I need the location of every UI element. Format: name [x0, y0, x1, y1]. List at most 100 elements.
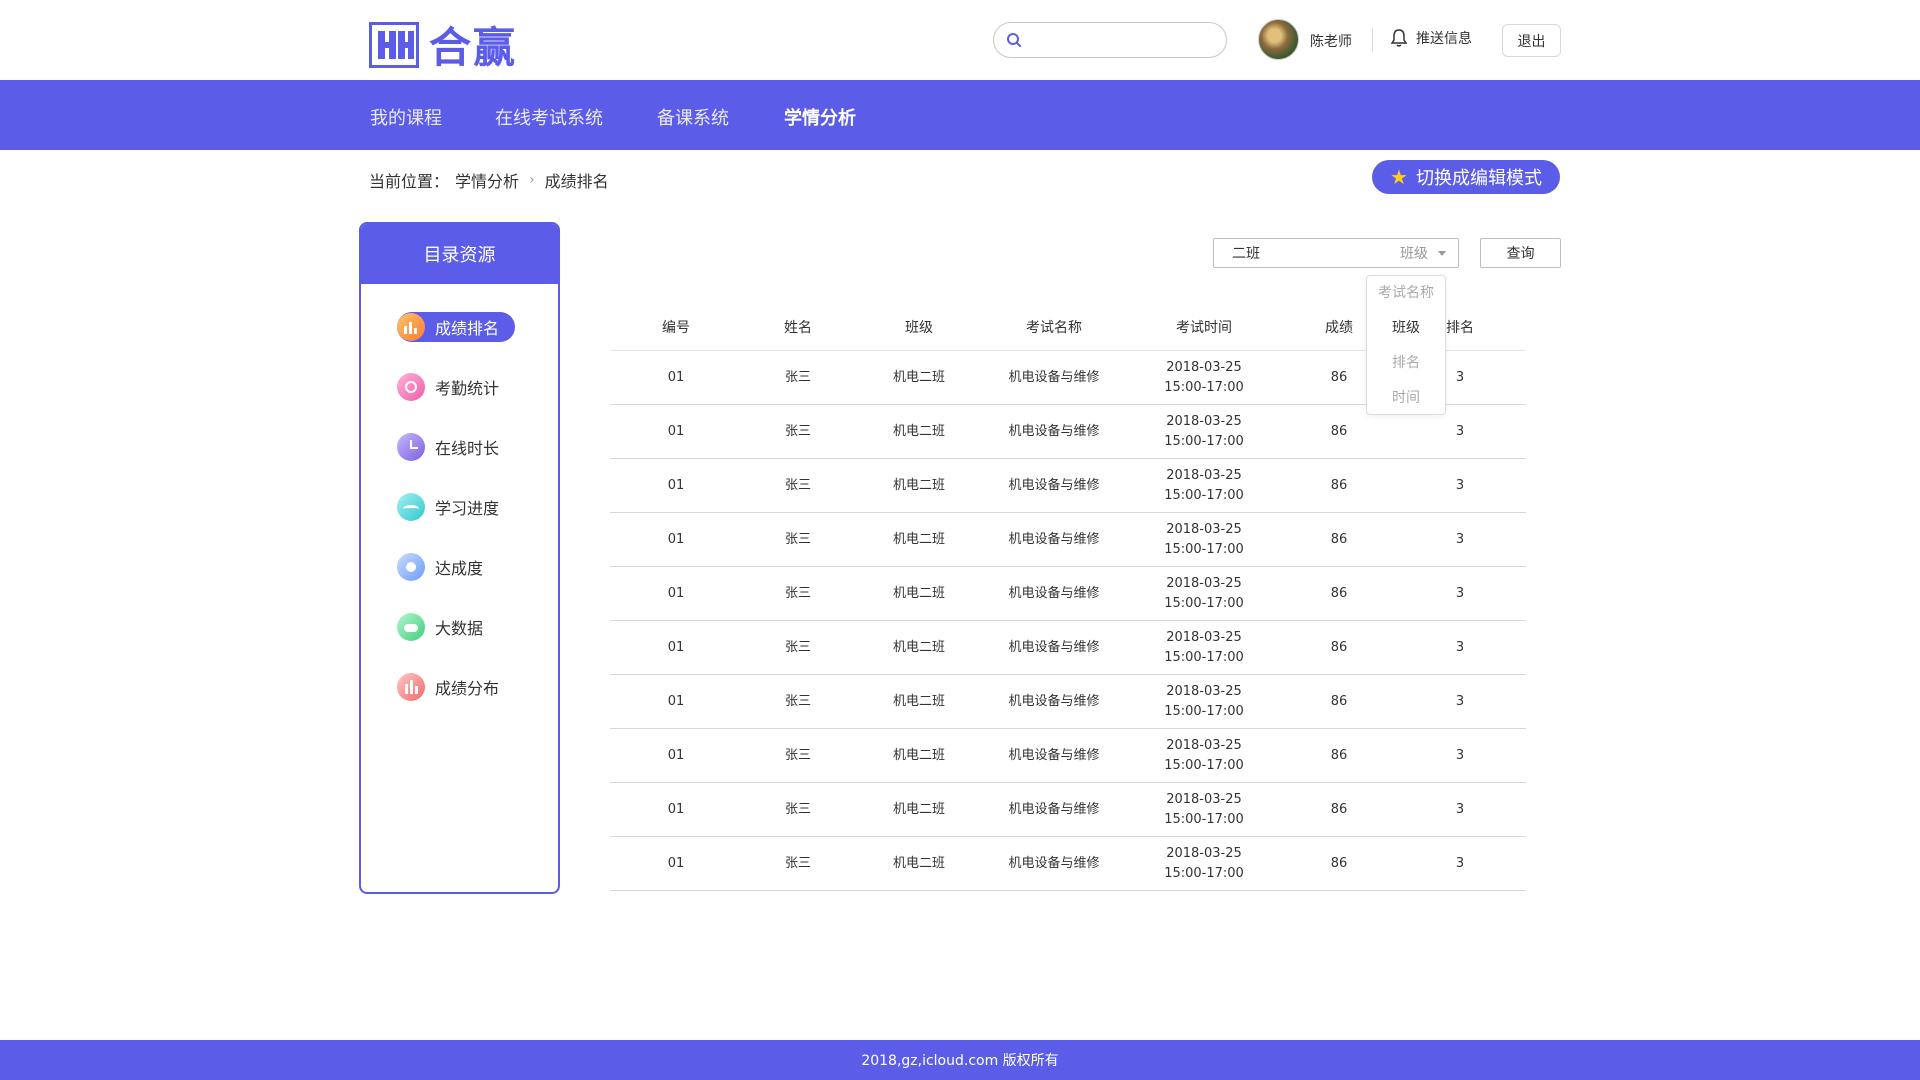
- cell-score: 86: [1330, 747, 1348, 763]
- cell-exam: 机电设备与维修: [1008, 531, 1100, 547]
- sidebar-item-attendance[interactable]: 考勤统计: [397, 372, 515, 402]
- header-divider: [1372, 28, 1373, 52]
- cell-class: 机电二班: [892, 693, 945, 709]
- sidebar-item-big-data[interactable]: 大数据: [397, 612, 499, 642]
- nav-lesson-prep[interactable]: 备课系统: [657, 104, 729, 130]
- cell-exam-time: 2018-03-25 15:00-17:00: [1124, 729, 1284, 782]
- logo[interactable]: 合赢: [369, 14, 517, 75]
- cell-date: 2018-03-25: [1166, 737, 1242, 753]
- sidebar-item-label: 成绩分布: [435, 679, 500, 698]
- sidebar-item-online-duration[interactable]: 在线时长: [397, 432, 515, 462]
- cell-score: 86: [1330, 585, 1348, 601]
- cell-exam-time: 2018-03-25 15:00-17:00: [1124, 675, 1284, 728]
- sidebar-item-label: 大数据: [435, 619, 484, 638]
- filter-kind: 班级: [1400, 246, 1428, 262]
- cell-id: 01: [667, 855, 685, 871]
- cell-id: 01: [667, 693, 685, 709]
- dropdown-option-rank[interactable]: 排名: [1367, 346, 1445, 381]
- clock-icon: [397, 373, 425, 401]
- cell-score: 86: [1330, 801, 1348, 817]
- cell-time: 15:00-17:00: [1164, 595, 1244, 611]
- dropdown-option-exam-name[interactable]: 考试名称: [1367, 276, 1445, 311]
- table-row[interactable]: 01 张三 机电二班 机电设备与维修 2018-03-25 15:00-17:00 86 3: [610, 837, 1526, 891]
- search-box[interactable]: [993, 22, 1227, 58]
- cell-score: 86: [1330, 639, 1348, 655]
- table-row[interactable]: 01 张三 机电二班 机电设备与维修 2018-03-25 15:00-17:00 86 3: [610, 567, 1526, 621]
- column-header-name: 姓名: [784, 320, 812, 336]
- cell-score: 86: [1330, 477, 1348, 493]
- switch-edit-mode-button[interactable]: ★ 切换成编辑模式: [1372, 160, 1560, 194]
- cell-id: 01: [667, 477, 685, 493]
- logout-button[interactable]: 退出: [1502, 24, 1561, 57]
- cell-name: 张三: [784, 531, 811, 547]
- cell-score: 86: [1330, 855, 1348, 871]
- sidebar-item-score-ranking[interactable]: 成绩排名: [397, 312, 516, 342]
- nav-online-exam[interactable]: 在线考试系统: [495, 104, 603, 130]
- table-row[interactable]: 01 张三 机电二班 机电设备与维修 2018-03-25 15:00-17:00 86 3: [610, 459, 1526, 513]
- query-button[interactable]: 查询: [1480, 238, 1561, 268]
- column-header-exam-time: 考试时间: [1176, 320, 1232, 336]
- bell-icon: [1390, 29, 1408, 47]
- cell-date: 2018-03-25: [1166, 359, 1242, 375]
- table-row[interactable]: 01 张三 机电二班 机电设备与维修 2018-03-25 15:00-17:00 86 3: [610, 675, 1526, 729]
- cell-exam-time: 2018-03-25 15:00-17:00: [1124, 567, 1284, 620]
- cell-time: 15:00-17:00: [1164, 811, 1244, 827]
- cell-score: 86: [1330, 531, 1348, 547]
- cell-name: 张三: [784, 369, 811, 385]
- table-row[interactable]: 01 张三 机电二班 机电设备与维修 2018-03-25 15:00-17:00 86 3: [610, 513, 1526, 567]
- nav-my-courses[interactable]: 我的课程: [370, 104, 442, 130]
- search-input[interactable]: [1030, 25, 1220, 55]
- dropdown-option-class[interactable]: 班级: [1367, 311, 1445, 346]
- cell-rank: 3: [1455, 855, 1465, 871]
- username[interactable]: 陈老师: [1310, 31, 1352, 51]
- sidebar-item-learning-progress[interactable]: 学习进度: [397, 492, 515, 522]
- cell-date: 2018-03-25: [1166, 575, 1242, 591]
- cell-class: 机电二班: [892, 801, 945, 817]
- header: 合赢 陈老师 推送信息 退出: [0, 0, 1920, 80]
- cell-date: 2018-03-25: [1166, 467, 1242, 483]
- cell-time: 15:00-17:00: [1164, 757, 1244, 773]
- cell-date: 2018-03-25: [1166, 521, 1242, 537]
- progress-icon: [397, 493, 425, 521]
- cell-id: 01: [667, 423, 685, 439]
- cell-date: 2018-03-25: [1166, 683, 1242, 699]
- push-notification-button[interactable]: 推送信息: [1390, 28, 1472, 48]
- cell-date: 2018-03-25: [1166, 413, 1242, 429]
- cell-time: 15:00-17:00: [1164, 865, 1244, 881]
- cell-rank: 3: [1455, 477, 1465, 493]
- breadcrumb-level1[interactable]: 学情分析: [455, 168, 519, 192]
- distribution-icon: [397, 673, 425, 701]
- breadcrumb-level2: 成绩排名: [544, 172, 609, 191]
- logo-text: 合赢: [429, 23, 518, 72]
- switch-edit-mode-label: 切换成编辑模式: [1415, 168, 1542, 189]
- sidebar-item-achievement[interactable]: 达成度: [397, 552, 499, 582]
- dropdown-option-time[interactable]: 时间: [1367, 381, 1445, 416]
- cell-rank: 3: [1455, 639, 1465, 655]
- cell-name: 张三: [784, 855, 811, 871]
- cell-exam-time: 2018-03-25 15:00-17:00: [1124, 837, 1284, 890]
- cell-exam-time: 2018-03-25 15:00-17:00: [1124, 621, 1284, 674]
- target-icon: [397, 553, 425, 581]
- cell-class: 机电二班: [892, 477, 945, 493]
- table-row[interactable]: 01 张三 机电二班 机电设备与维修 2018-03-25 15:00-17:00 86 3: [610, 621, 1526, 675]
- cell-class: 机电二班: [892, 639, 945, 655]
- cell-exam: 机电设备与维修: [1008, 801, 1100, 817]
- class-filter-select[interactable]: 二班 班级: [1213, 238, 1459, 268]
- search-icon: [1007, 33, 1021, 47]
- cell-name: 张三: [784, 477, 811, 493]
- cell-id: 01: [667, 369, 685, 385]
- cell-name: 张三: [784, 639, 811, 655]
- cell-name: 张三: [784, 423, 811, 439]
- cell-class: 机电二班: [892, 531, 945, 547]
- cell-class: 机电二班: [892, 369, 945, 385]
- cell-exam: 机电设备与维修: [1008, 693, 1100, 709]
- cell-rank: 3: [1455, 531, 1465, 547]
- table-row[interactable]: 01 张三 机电二班 机电设备与维修 2018-03-25 15:00-17:00 86 3: [610, 729, 1526, 783]
- sidebar-item-label: 学习进度: [435, 499, 500, 518]
- sidebar-item-score-distribution[interactable]: 成绩分布: [397, 672, 515, 702]
- table-row[interactable]: 01 张三 机电二班 机电设备与维修 2018-03-25 15:00-17:00 86 3: [610, 783, 1526, 837]
- cell-id: 01: [667, 639, 685, 655]
- nav-learning-analysis[interactable]: 学情分析: [784, 104, 856, 130]
- cell-name: 张三: [784, 585, 811, 601]
- avatar[interactable]: [1258, 19, 1299, 60]
